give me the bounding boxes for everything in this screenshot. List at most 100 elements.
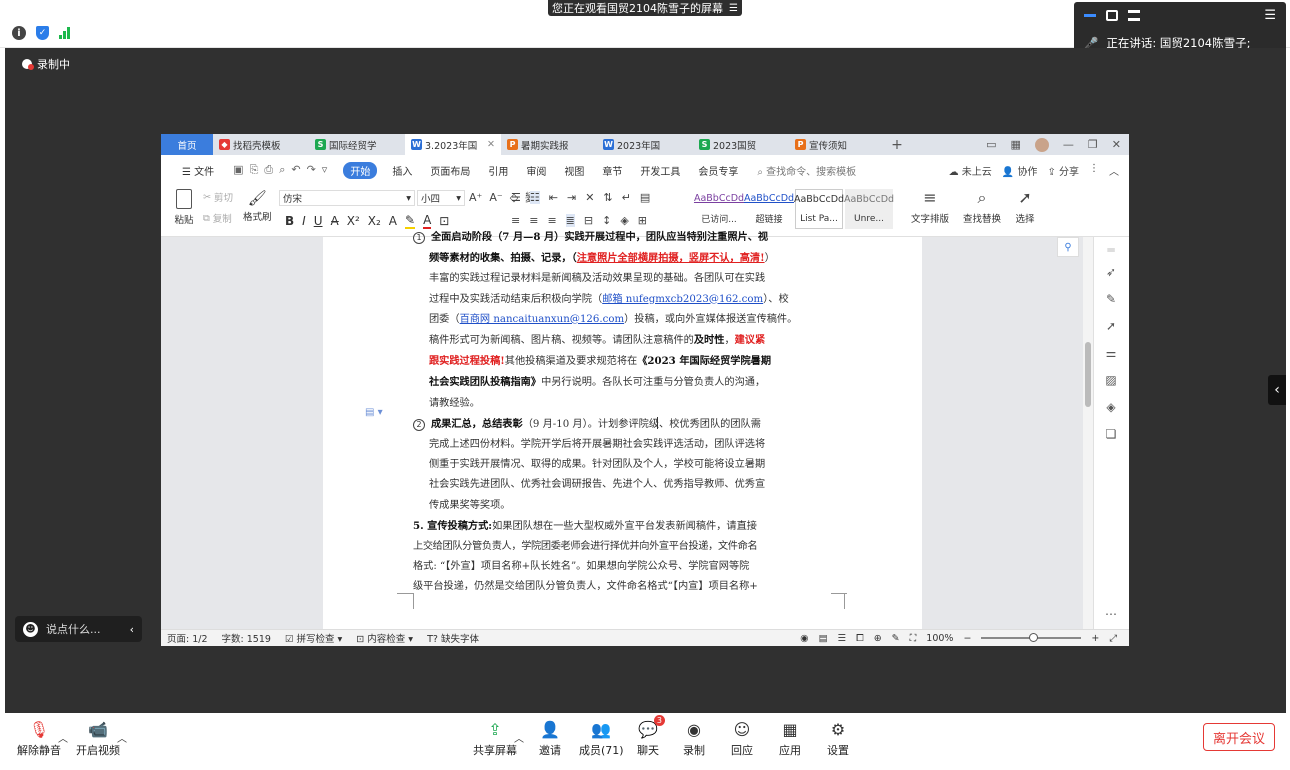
avatar[interactable] [1034,137,1049,152]
document-area[interactable]: ▤ ▾ 1 全面启动阶段（7 月—8 月）实践开展过程中，团队应当特别注重照片、视… [161,231,1129,629]
info-icon[interactable]: i [12,26,26,40]
minimize-icon[interactable] [1084,13,1096,17]
menu-insert[interactable]: 插入 [383,163,421,178]
image-edit-icon[interactable]: ▨ [1104,373,1118,387]
zoom-slider[interactable] [981,633,1082,642]
share-button[interactable]: ⇪ 分享 [1047,163,1079,178]
preview-icon[interactable]: ⌕ [279,163,285,177]
close-icon[interactable]: ✕ [1112,138,1121,151]
menu-view[interactable]: 视图 [555,163,593,178]
more-icon[interactable]: ⋮ [1089,163,1099,178]
content-check-button[interactable]: ⊡ 内容检查 ▾ [356,631,413,645]
copy-button[interactable]: ⧉ 复制 [203,211,232,226]
font-size-select[interactable]: 小四 ▾ [417,190,465,206]
justify-icon[interactable]: ≣ [565,214,575,227]
menu-icon[interactable]: ☰ [729,3,738,14]
document-text[interactable]: 1 全面启动阶段（7 月—8 月）实践开展过程中，团队应当特别注重照片、视 频等素… [413,227,833,598]
find-replace-button[interactable]: ⌕ 查找替换 [963,189,1001,226]
chevron-up-icon[interactable]: ︿ [514,730,524,745]
align-center-icon[interactable]: ≡ [529,214,538,227]
save-icon[interactable]: ▣ [233,163,243,177]
vertical-scrollbar[interactable] [1083,237,1093,629]
pen-icon[interactable]: ✎ [1104,292,1118,306]
menu-reference[interactable]: 引用 [479,163,517,178]
share-screen-button[interactable]: ⇪ 共享屏幕 [473,719,517,758]
sliders-icon[interactable]: ⚌ [1104,346,1118,360]
tab-doc[interactable]: S 国际经贸学 [309,134,405,155]
write-icon[interactable]: ✎ [892,633,900,644]
compass-icon[interactable]: ◈ [1104,400,1118,414]
tab-home[interactable]: 首页 [161,134,213,155]
collapse-ribbon-icon[interactable]: ︿ [1109,163,1119,178]
menu-member[interactable]: 会员专享 [689,163,747,178]
email-link[interactable]: 邮箱 nufegmxcb2023@162.com [602,294,763,305]
show-marks-icon[interactable]: ↵ [622,191,631,204]
tab-doc-active[interactable]: W 3.2023年国 ✕ [405,134,501,155]
outdent-icon[interactable]: ⇤ [549,191,558,204]
cloud-status[interactable]: ☁ 未上云 [949,163,992,178]
drag-handle-icon[interactable]: ═ [1104,243,1118,257]
cut-button[interactable]: ✂ 剪切 [203,190,233,205]
web-view-icon[interactable]: ⊕ [874,633,882,644]
fit-icon[interactable]: ⛶ [910,633,917,644]
menu-developer[interactable]: 开发工具 [631,163,689,178]
shrink-font-icon[interactable]: A⁻ [489,191,502,204]
new-tab-button[interactable]: + [885,134,909,155]
superscript-icon[interactable]: X² [347,214,360,228]
tab-docer[interactable]: ◆ 找稻壳模板 [213,134,309,155]
menu-file[interactable]: ☰ 文件 [173,163,223,178]
chevron-left-icon[interactable]: ‹ [130,623,134,636]
bullet-list-icon[interactable]: ☰ [511,191,521,204]
email-link[interactable]: 百商网 nancaituanxun@126.com [460,314,625,325]
paste-button[interactable]: 粘贴 [173,189,195,226]
tab-doc[interactable]: P 暑期实践报 [501,134,597,155]
screen-share-banner[interactable]: 您正在观看国贸2104陈雪子的屏幕 ☰ [548,0,742,16]
select-button[interactable]: ➚ 选择 [1015,189,1035,226]
page-view-icon[interactable]: ▤ [819,633,828,644]
grid-icon[interactable]: ▦ [1011,138,1021,151]
chevron-down-icon[interactable]: ▿ [322,163,328,177]
command-search[interactable]: ⌕ 查找命令、搜索模板 [747,163,856,178]
menu-review[interactable]: 审阅 [517,163,555,178]
word-count[interactable]: 字数: 1519 [222,631,271,645]
reaction-button[interactable]: ☺ 回应 [731,719,753,758]
text-effect-icon[interactable]: A [389,214,397,228]
menu-chapter[interactable]: 章节 [593,163,631,178]
chevron-up-icon[interactable]: ︿ [58,730,68,745]
style-hyperlink[interactable]: AaBbCcDd 超链接 [744,189,794,229]
signal-icon[interactable] [59,27,70,39]
indent-icon[interactable]: ⇥ [567,191,576,204]
window-icon[interactable] [1106,9,1118,21]
align-left-icon[interactable]: ≡ [511,214,520,227]
numbered-list-icon[interactable]: ☷ [529,191,540,204]
line-spacing-icon[interactable]: ↕ [602,214,611,227]
leave-meeting-button[interactable]: 离开会议 [1203,723,1275,751]
cursor-icon[interactable]: ➚ [1104,319,1118,333]
invite-button[interactable]: 👤 邀请 [539,719,561,758]
table-tools-icon[interactable]: ▤ [640,191,650,204]
fullscreen-icon[interactable]: ⤢ [1109,633,1117,644]
shading-icon[interactable]: ◈ [620,214,628,227]
text-layout-button[interactable]: ≡ 文字排版 [911,189,949,226]
more-icon[interactable]: ⋯ [1104,607,1118,621]
paragraph-handle-icon[interactable]: ▤ ▾ [365,407,383,418]
distribute-icon[interactable]: ⊟ [584,214,593,227]
location-pin-icon[interactable]: ⚲ [1057,237,1079,257]
close-icon[interactable]: ✕ [487,139,495,150]
format-painter-button[interactable]: 🖌 格式刷 [243,189,272,223]
redo-icon[interactable]: ↷ [307,163,316,177]
members-button[interactable]: 👥 成员(71) [579,719,624,758]
scroll-thumb[interactable] [1085,342,1091,407]
sort-icon[interactable]: ⇅ [603,191,612,204]
chinese-layout-icon[interactable]: ✕ [585,191,594,204]
minimize-icon[interactable]: — [1063,138,1074,151]
grow-font-icon[interactable]: A⁺ [469,191,482,204]
read-view-icon[interactable]: ⧠ [856,633,864,644]
tab-doc[interactable]: W 2023年国 [597,134,693,155]
underline-icon[interactable]: U [314,214,323,228]
eye-protect-icon[interactable]: ◉ [800,633,808,644]
layout-icon[interactable] [1128,9,1140,21]
record-button[interactable]: ◉ 录制 [683,719,705,758]
book-icon[interactable]: ❏ [1104,427,1118,441]
apps-button[interactable]: ▦ 应用 [779,719,801,758]
